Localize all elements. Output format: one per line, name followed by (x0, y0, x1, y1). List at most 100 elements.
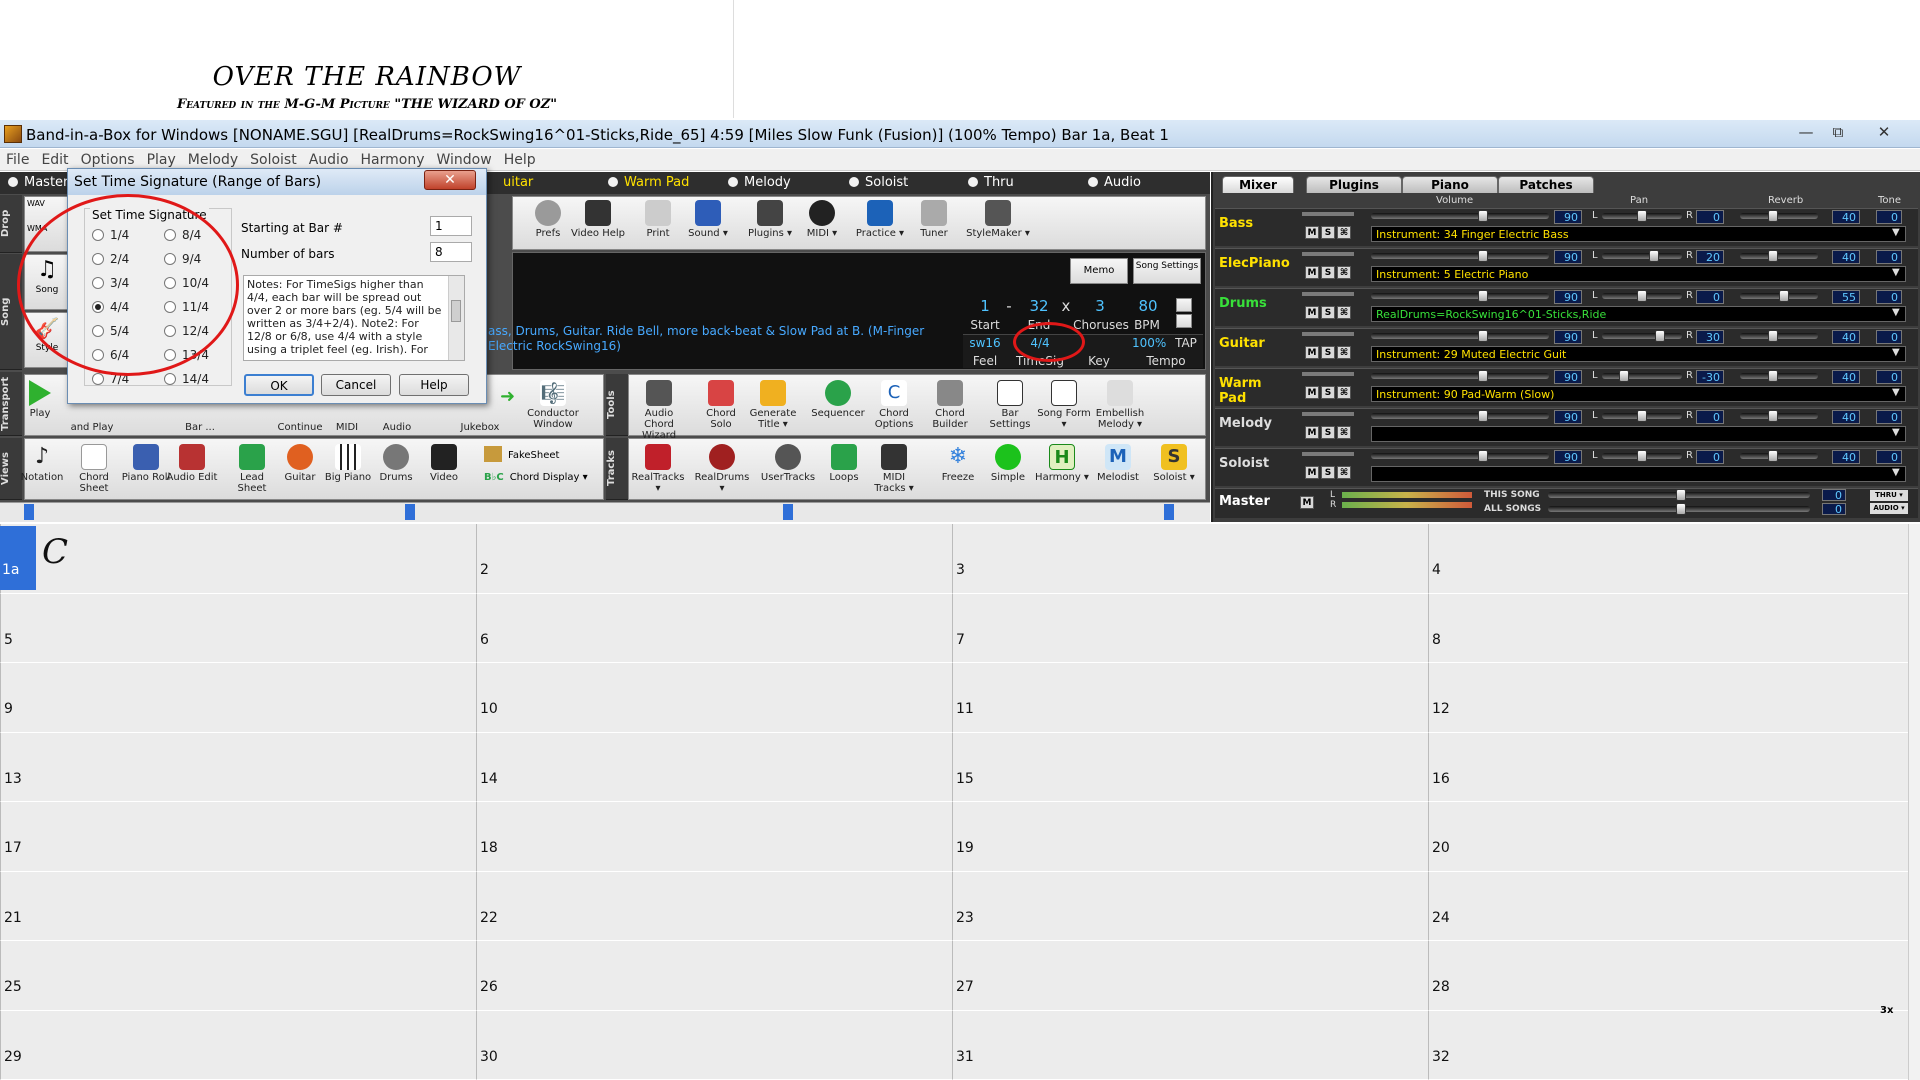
bar-cell[interactable] (952, 941, 1428, 1011)
bass-volume-slider[interactable] (1371, 213, 1549, 219)
bass-tone-value[interactable]: 0 (1876, 210, 1902, 224)
and-play-label[interactable]: and Play (62, 422, 122, 433)
start-bar-input[interactable]: 1 (430, 216, 472, 236)
bass-pan-value[interactable]: 0 (1696, 210, 1724, 224)
track-radio-audio[interactable]: Audio (1088, 172, 1141, 194)
soloist-volume-knob[interactable] (1478, 450, 1488, 462)
realtracks-button[interactable]: RealTracks ▾ (630, 444, 686, 494)
elecpiano-pan-knob[interactable] (1649, 250, 1659, 262)
master-mute-button[interactable]: M (1300, 496, 1314, 509)
elecpiano-pan-value[interactable]: 20 (1696, 250, 1724, 264)
ruler-marker-1[interactable] (24, 504, 34, 520)
bass-pan-knob[interactable] (1637, 210, 1647, 222)
guitar-solo-button[interactable]: S (1321, 346, 1335, 359)
bar-cell[interactable] (952, 663, 1428, 733)
elecpiano-mute-button[interactable]: M (1305, 266, 1319, 279)
bar-cell[interactable] (476, 941, 952, 1011)
bar-cell[interactable] (952, 871, 1428, 941)
bar-cell[interactable] (476, 524, 952, 594)
bar-cell[interactable] (476, 1010, 952, 1080)
warm-pad-volume-value[interactable]: 90 (1554, 370, 1582, 384)
dialog-close-button[interactable]: ✕ (424, 170, 476, 190)
bar-cell[interactable] (1428, 802, 1908, 872)
bar-cell[interactable] (952, 802, 1428, 872)
drums-solo-button[interactable]: S (1321, 306, 1335, 319)
audio-output-button[interactable]: AUDIO ▾ (1870, 503, 1908, 514)
elecpiano-record-button[interactable]: ⌘ (1337, 266, 1351, 279)
prefs-button[interactable]: Prefs (520, 200, 576, 239)
guitar-tone-value[interactable]: 0 (1876, 330, 1902, 344)
bass-solo-button[interactable]: S (1321, 226, 1335, 239)
guitar-mute-button[interactable]: M (1305, 346, 1319, 359)
tempo-up-button[interactable] (1176, 298, 1192, 312)
soloist-button[interactable]: S Soloist ▾ (1146, 444, 1202, 483)
melody-pan-knob[interactable] (1637, 410, 1647, 422)
guitar-pan-knob[interactable] (1655, 330, 1665, 342)
bass-volume-value[interactable]: 90 (1554, 210, 1582, 224)
warm-pad-volume-slider[interactable] (1371, 373, 1549, 379)
midi-button[interactable]: MIDI (322, 422, 372, 433)
bar-cell[interactable] (952, 732, 1428, 802)
drums-mute-button[interactable]: M (1305, 306, 1319, 319)
notation-button[interactable]: ♪ Notation (14, 444, 70, 483)
guitar-volume-knob[interactable] (1478, 330, 1488, 342)
song-form-button[interactable]: Song Form ▾ (1036, 380, 1092, 430)
drums-record-button[interactable]: ⌘ (1337, 306, 1351, 319)
bar-cell[interactable] (1428, 871, 1908, 941)
drums-pan-value[interactable]: 0 (1696, 290, 1724, 304)
stylemaker-button[interactable]: StyleMaker ▾ (966, 200, 1030, 239)
embellish-melody-button[interactable]: Embellish Melody ▾ (1092, 380, 1148, 430)
warm-pad-pan-slider[interactable] (1602, 373, 1682, 379)
this-song-volume-knob[interactable] (1676, 489, 1686, 501)
choruses-value[interactable]: 3 (1090, 297, 1110, 315)
restore-button[interactable]: ⧉ (1822, 122, 1854, 144)
vertical-scrollbar[interactable] (1908, 524, 1920, 1080)
warm-pad-record-button[interactable]: ⌘ (1337, 386, 1351, 399)
guitar-volume-slider[interactable] (1371, 333, 1549, 339)
warm-pad-instrument-select[interactable]: Instrument: 90 Pad-Warm (Slow) (1371, 386, 1906, 402)
bar-cell[interactable] (952, 593, 1428, 663)
drums-reverb-value[interactable]: 55 (1832, 290, 1860, 304)
loops-button[interactable]: Loops (816, 444, 872, 483)
track-radio-melody[interactable]: Melody (728, 172, 791, 194)
bar-cell[interactable] (0, 732, 476, 802)
soloist-reverb-knob[interactable] (1768, 450, 1778, 462)
melody-mute-button[interactable]: M (1305, 426, 1319, 439)
bass-volume-knob[interactable] (1478, 210, 1488, 222)
end-value[interactable]: 32 (1026, 297, 1052, 315)
close-window-button[interactable]: ✕ (1868, 122, 1900, 144)
bar-cell[interactable] (0, 871, 476, 941)
bar-cell[interactable] (0, 802, 476, 872)
guitar-volume-value[interactable]: 90 (1554, 330, 1582, 344)
drums-reverb-knob[interactable] (1778, 290, 1789, 302)
midi-tracks-button[interactable]: MIDI Tracks ▾ (866, 444, 922, 494)
drums-volume-slider[interactable] (1371, 293, 1549, 299)
tap-button[interactable]: TAP (1172, 336, 1200, 350)
bar-cell[interactable] (476, 732, 952, 802)
soloist-mute-button[interactable]: M (1305, 466, 1319, 479)
fakesheet-button[interactable]: FakeSheet (484, 446, 559, 462)
warm-pad-solo-button[interactable]: S (1321, 386, 1335, 399)
chord-display-button[interactable]: B♭C Chord Display ▾ (484, 472, 588, 483)
elecpiano-pan-slider[interactable] (1602, 253, 1682, 259)
chord-sheet-button[interactable]: Chord Sheet (66, 444, 122, 494)
audio-button[interactable]: Audio (372, 422, 422, 433)
melody-instrument-select[interactable] (1371, 426, 1906, 442)
warm-pad-volume-knob[interactable] (1478, 370, 1488, 382)
chord-options-button[interactable]: C Chord Options (868, 380, 920, 430)
elecpiano-instrument-select[interactable]: Instrument: 5 Electric Piano (1371, 266, 1906, 282)
this-song-volume-value[interactable]: 0 (1822, 489, 1846, 502)
warm-pad-mute-button[interactable]: M (1305, 386, 1319, 399)
guitar-record-button[interactable]: ⌘ (1337, 346, 1351, 359)
bar-cell[interactable] (1428, 732, 1908, 802)
song-settings-button[interactable]: Song Settings (1133, 258, 1201, 284)
bar-cell[interactable] (0, 1010, 476, 1080)
bar-cell[interactable] (1428, 524, 1908, 594)
melodist-button[interactable]: M Melodist (1090, 444, 1146, 483)
elecpiano-volume-value[interactable]: 90 (1554, 250, 1582, 264)
melody-record-button[interactable]: ⌘ (1337, 426, 1351, 439)
notes-scroll-thumb[interactable] (451, 300, 461, 322)
bass-mute-button[interactable]: M (1305, 226, 1319, 239)
elecpiano-reverb-slider[interactable] (1740, 253, 1818, 259)
bar-cell[interactable] (1428, 941, 1908, 1011)
